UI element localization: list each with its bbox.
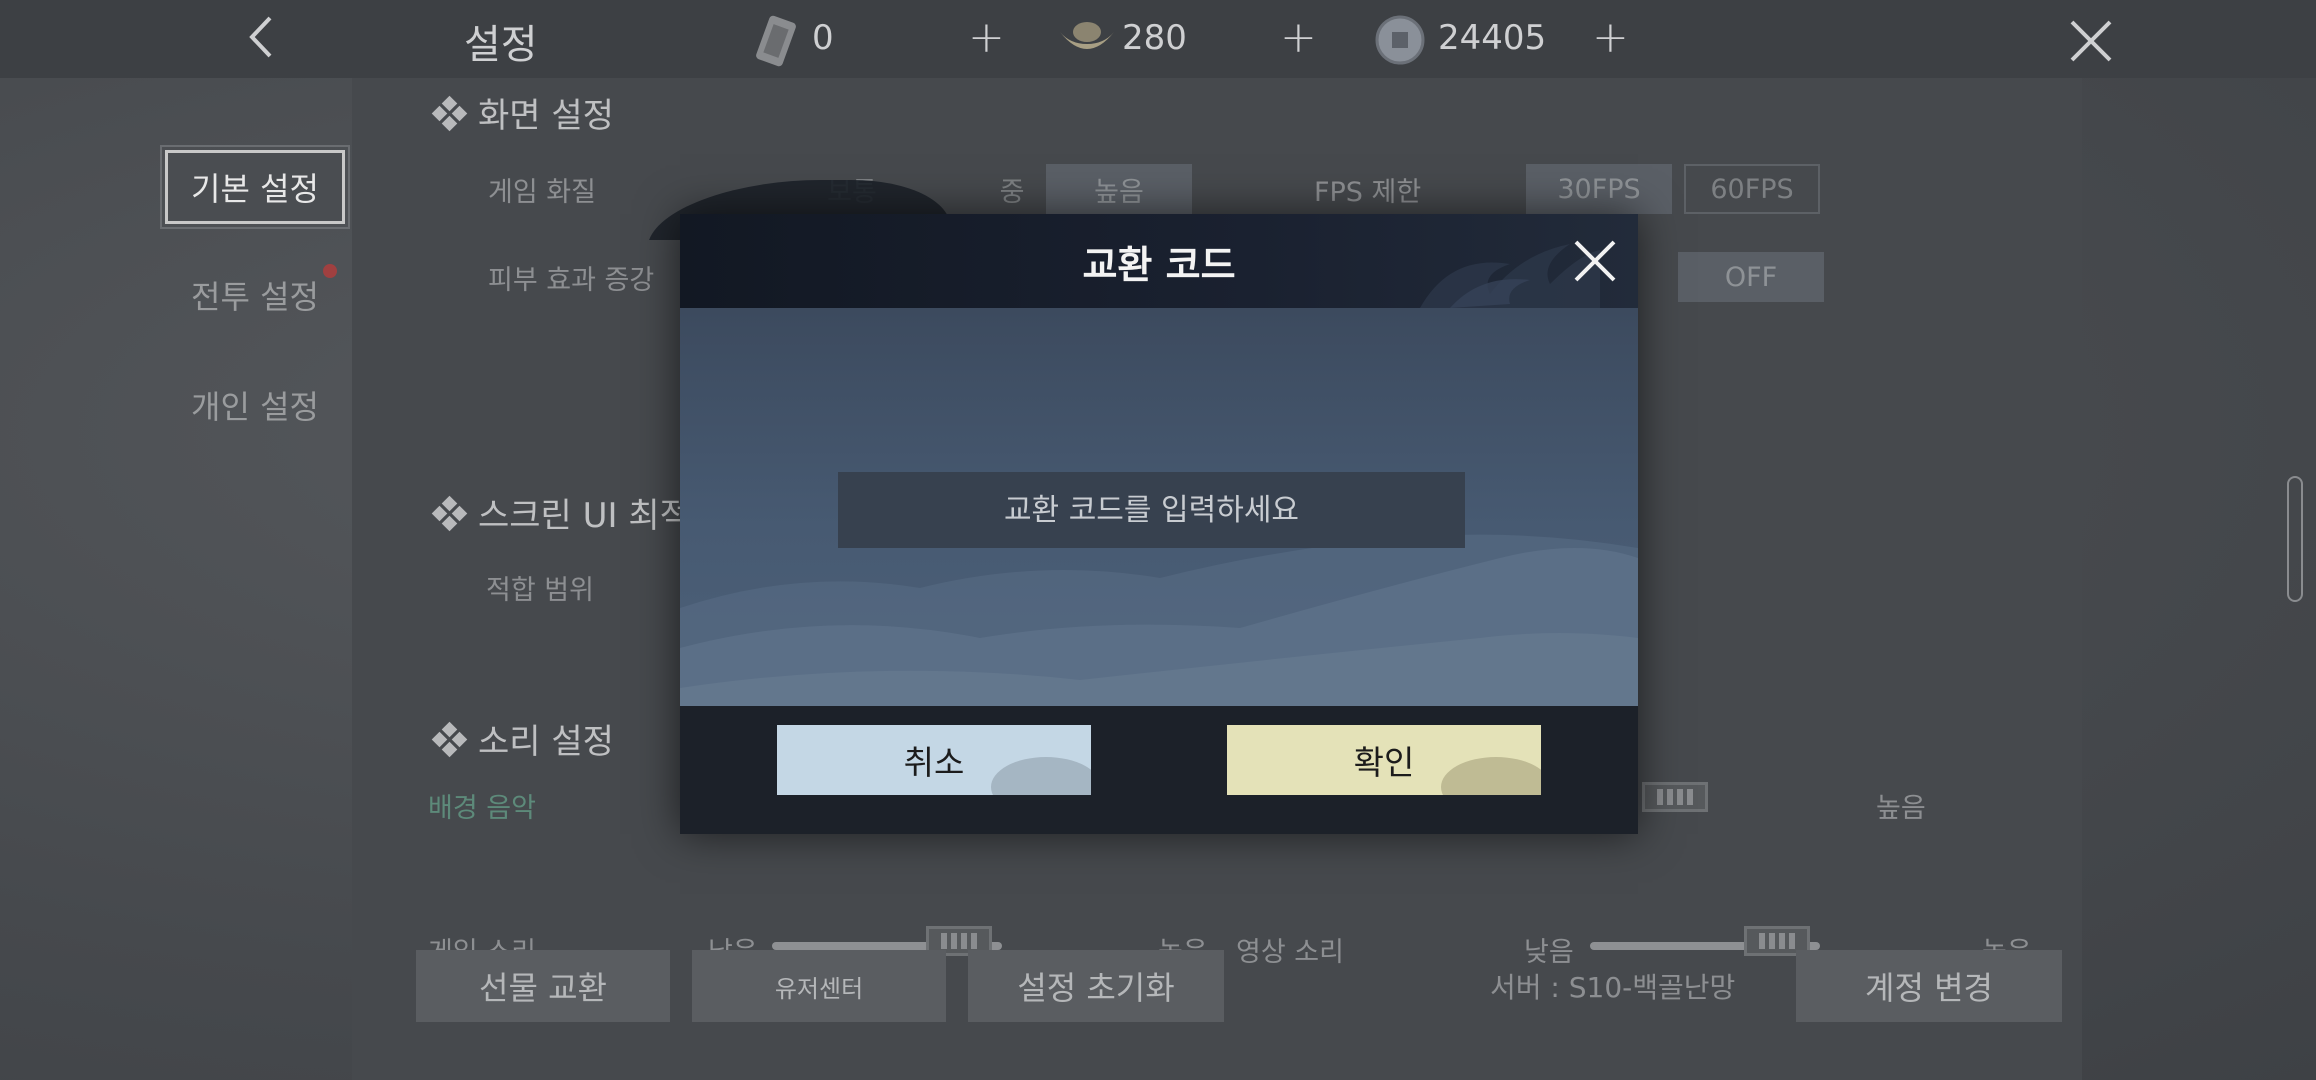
bgm-label: 배경 음악 [428,793,536,824]
redeem-code-input[interactable] [838,472,1465,548]
range-label: 적합 범위 [486,575,594,606]
gold-ingot-icon [1060,22,1114,49]
ink-decoration [991,757,1091,795]
bgm-high-label: 높음 [1876,793,1926,824]
video-sound-low-label: 낮음 [1524,937,1574,968]
quality-option-high[interactable]: 높음 [1046,164,1192,214]
fps-option-30[interactable]: 30FPS [1526,164,1672,214]
sidebar-item-label: 개인 설정 [191,388,319,426]
dialog-close-icon[interactable] [1570,236,1620,286]
sidebar-item-label: 기본 설정 [191,170,319,208]
sidebar-item-combat[interactable]: 전투 설정 [165,258,345,332]
dialog-title: 교환 코드 [1082,242,1236,287]
section-title-text: 소리 설정 [478,722,614,762]
ink-decoration [1441,757,1541,795]
diamond-icon [431,95,468,131]
gift-exchange-button[interactable]: 선물 교환 [416,950,670,1022]
diamond-icon [431,721,468,757]
scrollbar[interactable] [2287,476,2303,602]
change-account-button[interactable]: 계정 변경 [1796,950,2062,1022]
section-title-text: 스크린 UI 최적 [478,496,691,536]
diamond-icon [431,495,468,531]
redeem-code-dialog: 교환 코드 취소 확인 [680,214,1638,834]
add-ticket-button[interactable]: + [968,16,1005,60]
confirm-button[interactable]: 확인 [1227,725,1541,795]
back-arrow-icon[interactable] [246,14,274,60]
cancel-button[interactable]: 취소 [777,725,1091,795]
section-title-text: 화면 설정 [478,96,614,136]
skin-effect-label: 피부 효과 증강 [488,265,655,296]
server-label: 서버 : S10-백골난망 [1490,971,1736,1004]
sidebar-item-personal[interactable]: 개인 설정 [165,368,345,442]
user-center-button[interactable]: 유저센터 [692,950,946,1022]
sidebar-item-label: 전투 설정 [191,278,319,316]
skin-effect-toggle[interactable]: OFF [1678,252,1824,302]
ticket-icon [756,15,796,67]
reset-settings-button[interactable]: 설정 초기화 [968,950,1224,1022]
cancel-button-label: 취소 [903,743,965,782]
bgm-slider-handle[interactable] [1642,782,1708,812]
coin-icon [1375,15,1425,65]
page-title: 설정 [464,22,538,68]
fps-label: FPS 제한 [1314,177,1422,208]
add-coin-button[interactable]: + [1592,16,1629,60]
top-bar: 설정 0 + 280 + 24405 + [0,0,2316,78]
section-title-screen-ui: 스크린 UI 최적 [431,488,691,537]
gold-count: 280 [1122,18,1187,58]
close-icon[interactable] [2068,18,2114,64]
section-title-sound: 소리 설정 [431,714,614,763]
sidebar-item-basic[interactable]: 기본 설정 [160,145,350,229]
ticket-count: 0 [812,18,834,58]
quality-label: 게임 화질 [488,177,596,208]
confirm-button-label: 확인 [1353,743,1415,782]
notification-badge [323,264,337,278]
add-gold-button[interactable]: + [1280,16,1317,60]
section-title-display: 화면 설정 [431,88,614,137]
settings-sidebar: 기본 설정 전투 설정 개인 설정 [0,78,350,1080]
video-sound-label: 영상 소리 [1236,937,1344,968]
fps-option-60[interactable]: 60FPS [1684,164,1820,214]
coin-count: 24405 [1438,18,1547,58]
